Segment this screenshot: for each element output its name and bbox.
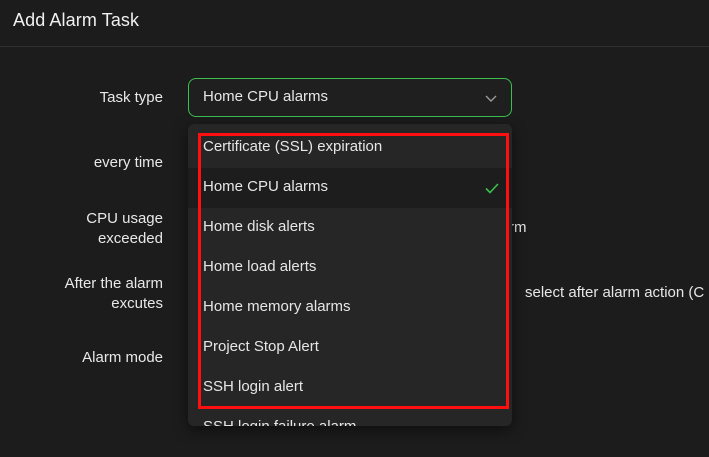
dropdown-option[interactable]: Project Stop Alert <box>188 328 512 368</box>
every-time-label: every time <box>93 154 163 171</box>
dropdown-option-label: Home memory alarms <box>203 298 351 315</box>
after-alarm-label-line2: excutes <box>111 295 163 312</box>
dropdown-option-label: SSH login failure alarm <box>203 418 356 426</box>
after-alarm-action-select[interactable]: select after alarm action (C <box>525 284 704 301</box>
dialog-header: Add Alarm Task <box>0 0 709 47</box>
dropdown-option[interactable]: SSH login alert <box>188 368 512 408</box>
dropdown-option-label: Certificate (SSL) expiration <box>203 138 383 155</box>
dropdown-option-label: SSH login alert <box>203 378 304 395</box>
task-type-dropdown: Certificate (SSL) expiration Home CPU al… <box>188 124 512 426</box>
dropdown-option[interactable]: Home disk alerts <box>188 208 512 248</box>
cpu-usage-label-line1: CPU usage <box>86 210 163 227</box>
check-icon <box>485 183 499 194</box>
task-type-label: Task type <box>99 89 163 106</box>
cpu-usage-label: CPU usage exceeded <box>40 209 163 249</box>
dropdown-option-label: Home load alerts <box>203 258 317 275</box>
dropdown-option-label: Project Stop Alert <box>203 338 319 355</box>
dropdown-option[interactable]: Home load alerts <box>188 248 512 288</box>
after-alarm-label: After the alarm excutes <box>30 274 163 314</box>
chevron-down-icon <box>485 95 497 102</box>
alarm-mode-label: Alarm mode <box>82 349 163 366</box>
dropdown-option[interactable]: SSH login failure alarm <box>188 418 512 426</box>
task-type-select[interactable]: Home CPU alarms <box>188 78 512 117</box>
dropdown-option[interactable]: Home memory alarms <box>188 288 512 328</box>
dialog-title: Add Alarm Task <box>13 10 140 30</box>
dropdown-option-selected[interactable]: Home CPU alarms <box>188 168 512 208</box>
dropdown-option-label: Home disk alerts <box>203 218 315 235</box>
dropdown-option-label: Home CPU alarms <box>203 178 329 195</box>
after-alarm-label-line1: After the alarm <box>64 275 163 292</box>
cpu-usage-label-line2: exceeded <box>97 230 163 247</box>
add-alarm-task-dialog: Add Alarm Task Task type every time CPU … <box>0 0 709 457</box>
task-type-selected-value: Home CPU alarms <box>203 88 329 105</box>
dropdown-option[interactable]: Certificate (SSL) expiration <box>188 128 512 168</box>
